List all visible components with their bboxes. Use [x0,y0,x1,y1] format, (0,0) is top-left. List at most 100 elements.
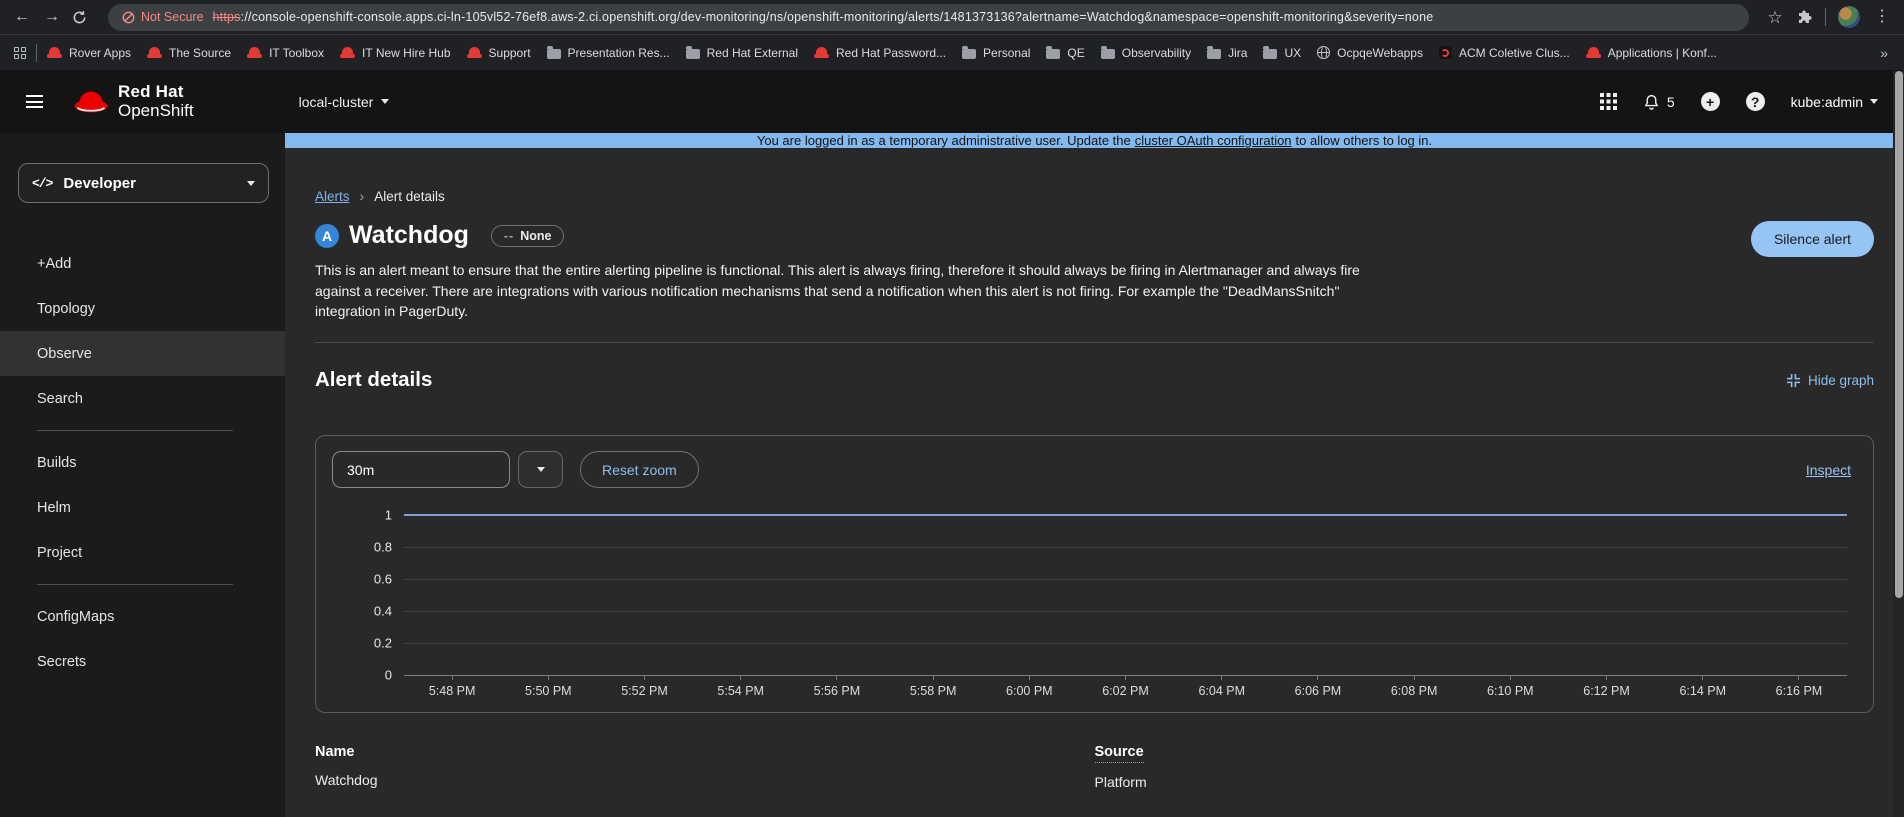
x-tick-label: 5:52 PM [596,684,692,698]
inspect-link[interactable]: Inspect [1806,462,1851,478]
plus-circle-icon: + [1701,92,1720,111]
bookmark-acm-coletive-clus[interactable]: ACM Coletive Clus... [1431,42,1578,64]
browser-menu-icon[interactable]: ⋮ [1872,9,1892,25]
brand-line1: Red Hat [118,82,184,101]
quick-create-button[interactable]: + [1701,92,1720,111]
folder-icon [1263,49,1277,59]
hamburger-menu-icon[interactable] [26,95,43,108]
silence-alert-button[interactable]: Silence alert [1751,221,1874,257]
reset-zoom-button[interactable]: Reset zoom [580,451,699,488]
divider [315,342,1874,343]
x-tick-label: 5:58 PM [885,684,981,698]
sidebar-item-helm[interactable]: Helm [0,485,285,530]
bookmark-presentation-res[interactable]: Presentation Res... [539,42,678,64]
bookmark-it-toolbox[interactable]: IT Toolbox [239,42,332,64]
help-button[interactable]: ? [1746,92,1765,111]
alert-description: This is an alert meant to ensure that th… [315,260,1377,322]
sidebar-item-configmaps[interactable]: ConfigMaps [0,594,285,639]
bookmark-label: The Source [169,46,231,60]
x-tick-label: 6:10 PM [1462,684,1558,698]
duration-input[interactable] [332,451,510,488]
reload-icon[interactable] [72,10,92,25]
masthead: Red Hat OpenShift local-cluster 5 + ? ku… [0,70,1904,133]
bookmark-red-hat-external[interactable]: Red Hat External [678,42,806,64]
profile-avatar[interactable] [1838,6,1860,28]
sidebar-item-secrets[interactable]: Secrets [0,639,285,684]
breadcrumb-alerts-link[interactable]: Alerts [315,189,350,204]
sidebar-item-topology[interactable]: Topology [0,286,285,331]
cluster-selector[interactable]: local-cluster [299,94,390,110]
bookmark-ux[interactable]: UX [1255,42,1309,64]
banner-text: to allow others to log in. [1296,133,1433,148]
chart-x-labels: 5:48 PM5:50 PM5:52 PM5:54 PM5:56 PM5:58 … [404,684,1847,698]
name-value: Watchdog [315,772,1095,788]
chart[interactable]: 10.80.60.40.20 5:48 PM5:50 PM5:52 PM5:54… [338,515,1847,698]
globe-icon [1317,46,1330,59]
bookmark-qe[interactable]: QE [1038,42,1092,64]
code-icon: </> [32,176,52,191]
y-tick-label: 0.4 [374,604,392,619]
scrollbar-thumb[interactable] [1895,71,1903,598]
bookmark-label: Presentation Res... [568,46,670,60]
x-axis-ticks [404,675,1847,680]
sidebar: </> Developer +AddTopologyObserveSearch B… [0,133,285,817]
folder-icon [1207,49,1221,59]
x-tick-label: 6:06 PM [1270,684,1366,698]
app-launcher-icon[interactable] [1600,93,1617,110]
gridline: 0.2 [404,643,1847,644]
oauth-config-link[interactable]: cluster OAuth configuration [1135,133,1292,148]
perspective-switcher[interactable]: </> Developer [18,163,269,203]
chevron-down-icon [1870,99,1878,104]
bookmark-observability[interactable]: Observability [1093,42,1199,64]
forward-icon[interactable]: → [42,9,62,25]
bookmark-rover-apps[interactable]: Rover Apps [39,42,139,64]
x-tick-label: 5:50 PM [500,684,596,698]
x-tick-label: 6:00 PM [981,684,1077,698]
bookmark-label: Jira [1228,46,1247,60]
severity-badge: -- None [491,225,565,247]
bookmark-the-source[interactable]: The Source [139,42,239,64]
bookmark-red-hat-password[interactable]: Red Hat Password... [806,42,954,64]
bookmark-ocpqewebapps[interactable]: OcpqeWebapps [1309,42,1431,64]
bookmark-label: Red Hat Password... [836,46,946,60]
scrollbar-track[interactable] [1893,71,1904,817]
chevron-down-icon [537,467,545,472]
bookmark-label: QE [1067,46,1084,60]
sidebar-divider [37,584,233,585]
redhat-icon [147,47,162,58]
y-tick-label: 0.8 [374,540,392,555]
bookmark-it-new-hire-hub[interactable]: IT New Hire Hub [332,42,458,64]
sidebar-item-project[interactable]: Project [0,530,285,575]
compress-icon [1786,373,1801,388]
duration-dropdown-button[interactable] [518,451,563,488]
bookmark-label: Support [489,46,531,60]
sidebar-item-builds[interactable]: Builds [0,440,285,485]
sidebar-item-add[interactable]: +Add [0,241,285,286]
bookmark-support[interactable]: Support [459,42,539,64]
extensions-icon[interactable] [1797,9,1813,25]
apps-grid-icon[interactable] [14,47,26,59]
folder-icon [686,49,700,59]
bookmarks-overflow-icon[interactable]: » [1874,45,1894,61]
sidebar-item-observe[interactable]: Observe [0,331,285,376]
notification-count: 5 [1667,94,1675,110]
back-icon[interactable]: ← [12,9,32,25]
chart-plot[interactable]: 10.80.60.40.20 [404,515,1847,675]
x-tick-label: 6:08 PM [1366,684,1462,698]
redhat-icon [247,47,262,58]
not-secure-badge[interactable]: Not Secure [122,10,204,24]
banner-text: You are logged in as a temporary adminis… [757,133,1131,148]
notifications-bell[interactable]: 5 [1643,93,1675,111]
question-circle-icon: ? [1746,92,1765,111]
bookmark-personal[interactable]: Personal [954,42,1038,64]
user-menu[interactable]: kube:admin [1791,94,1878,110]
folder-icon [962,49,976,59]
hide-graph-button[interactable]: Hide graph [1786,373,1874,388]
bookmark-star-icon[interactable]: ☆ [1765,9,1785,26]
sidebar-nav: +AddTopologyObserveSearch BuildsHelmProje… [0,241,285,684]
bookmark-label: Applications | Konf... [1608,46,1717,60]
address-bar[interactable]: Not Secure https://console-openshift-con… [108,4,1749,31]
bookmark-jira[interactable]: Jira [1199,42,1255,64]
bookmark-applications-konf[interactable]: Applications | Konf... [1578,42,1725,64]
sidebar-item-search[interactable]: Search [0,376,285,421]
